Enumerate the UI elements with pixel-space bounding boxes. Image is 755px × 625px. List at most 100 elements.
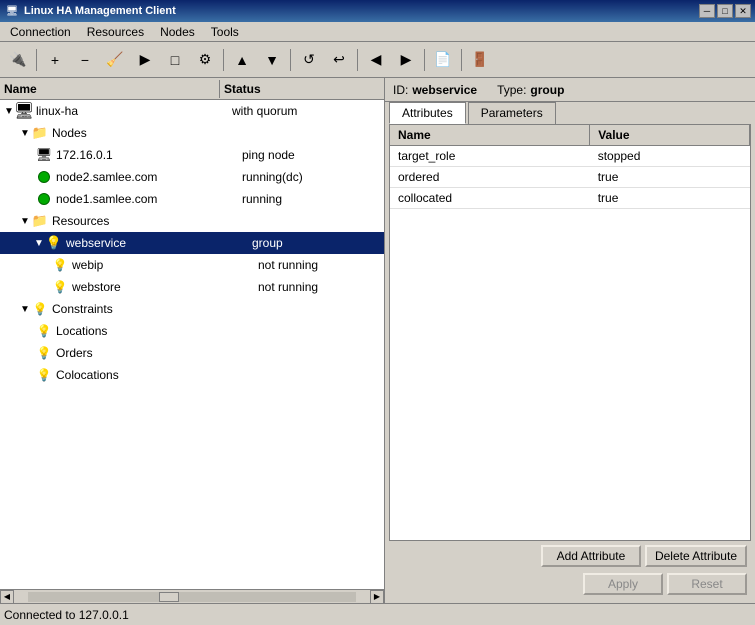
stop-button[interactable]: □ [161,47,189,73]
apply-button[interactable]: Apply [583,573,663,595]
id-value: webservice [412,83,477,97]
tab-parameters[interactable]: Parameters [468,102,556,124]
attr-value-ordered: true [590,167,750,188]
menu-tools[interactable]: Tools [203,23,247,41]
right-content: Attributes Parameters Name Value target_… [385,102,755,603]
action-button-bar: Apply Reset [389,571,751,599]
colocations-icon: 💡 [36,367,52,383]
label-linux-ha: linux-ha [34,104,224,118]
toggle-nodes[interactable]: ▼ [18,126,32,140]
menu-resources[interactable]: Resources [79,23,152,41]
exit-button[interactable]: 🚪 [466,47,494,73]
constraints-icon: 💡 [32,301,48,317]
scroll-left-arrow[interactable]: ◀ [0,590,14,604]
attr-row-ordered[interactable]: ordered true [390,167,750,188]
tree-header-status: Status [220,80,265,98]
toggle-constraints[interactable]: ▼ [18,302,32,316]
attributes-container: Name Value target_role stopped ordered t… [389,124,751,541]
menu-nodes[interactable]: Nodes [152,23,203,41]
webstore-icon: 💡 [52,279,68,295]
id-label: ID: [393,83,408,97]
app-title: Linux HA Management Client [24,5,176,17]
label-webservice: webservice [64,236,244,250]
attr-name-target-role: target_role [390,146,590,167]
up-button[interactable]: ▲ [228,47,256,73]
settings-button[interactable]: ⚙ [191,47,219,73]
type-label: Type: [497,83,526,97]
minimize-button[interactable]: ─ [699,4,715,18]
right-button[interactable]: ▶ [392,47,420,73]
label-constraints: Constraints [50,302,230,316]
toggle-webservice[interactable]: ▼ [32,236,46,250]
type-value: group [530,83,564,97]
window-controls: ─ □ ✕ [699,4,751,18]
remove-button[interactable]: − [71,47,99,73]
monitor-icon: 🖥 [36,147,52,163]
app-icon: 🖥 [4,3,20,19]
attr-row-collocated[interactable]: collocated true [390,188,750,209]
attributes-table: Name Value target_role stopped ordered t… [390,125,750,209]
tree-item-colocations[interactable]: 💡 Colocations [0,364,384,386]
menu-bar: Connection Resources Nodes Tools [0,22,755,42]
tree-header: Name Status [0,78,384,100]
scroll-right-arrow[interactable]: ▶ [370,590,384,604]
left-button[interactable]: ◀ [362,47,390,73]
toolbar-separator-2 [223,49,224,71]
tab-attributes[interactable]: Attributes [389,102,466,124]
locations-icon: 💡 [36,323,52,339]
tree-item-orders[interactable]: 💡 Orders [0,342,384,364]
undo-button[interactable]: ↩ [325,47,353,73]
doc-button[interactable]: 📄 [429,47,457,73]
menu-connection[interactable]: Connection [2,23,79,41]
main-content: Name Status ▼ 🖥 linux-ha with quorum ▼ 📁… [0,78,755,603]
scroll-track [28,592,356,602]
tree-item-locations[interactable]: 💡 Locations [0,320,384,342]
close-button[interactable]: ✕ [735,4,751,18]
tree-item-resources[interactable]: ▼ 📁 Resources [0,210,384,232]
attr-value-collocated: true [590,188,750,209]
toggle-resources[interactable]: ▼ [18,214,32,228]
scroll-thumb[interactable] [159,592,179,602]
toolbar: 🔌 + − 🧹 ▶ □ ⚙ ▲ ▼ ↺ ↩ ◀ ▶ 📄 🚪 [0,42,755,78]
clean-button[interactable]: 🧹 [101,47,129,73]
status-webservice: group [244,236,384,250]
tree-item-webstore[interactable]: 💡 webstore not running [0,276,384,298]
down-button[interactable]: ▼ [258,47,286,73]
label-webip: webip [70,258,250,272]
tree-item-172[interactable]: 🖥 172.16.0.1 ping node [0,144,384,166]
tree-item-node2[interactable]: node2.samlee.com running(dc) [0,166,384,188]
play-button[interactable]: ▶ [131,47,159,73]
toolbar-separator-5 [424,49,425,71]
tree-item-webservice[interactable]: ▼ 💡 webservice group [0,232,384,254]
tree-body[interactable]: ▼ 🖥 linux-ha with quorum ▼ 📁 Nodes 🖥 [0,100,384,589]
maximize-button[interactable]: □ [717,4,733,18]
toolbar-separator-6 [461,49,462,71]
horizontal-scrollbar[interactable]: ◀ ▶ [0,589,384,603]
add-attribute-button[interactable]: Add Attribute [541,545,641,567]
folder-nodes-icon: 📁 [32,125,48,141]
delete-attribute-button[interactable]: Delete Attribute [645,545,747,567]
tree-item-nodes[interactable]: ▼ 📁 Nodes [0,122,384,144]
reset-button[interactable]: Reset [667,573,747,595]
tree-item-webip[interactable]: 💡 webip not running [0,254,384,276]
label-node1: node1.samlee.com [54,192,234,206]
attr-row-target-role[interactable]: target_role stopped [390,146,750,167]
label-resources: Resources [50,214,230,228]
refresh-button[interactable]: ↺ [295,47,323,73]
label-colocations: Colocations [54,368,234,382]
label-nodes: Nodes [50,126,230,140]
column-value: Value [590,125,750,146]
tree-header-name: Name [0,80,220,98]
title-bar: 🖥 Linux HA Management Client ─ □ ✕ [0,0,755,22]
plug-button[interactable]: 🔌 [4,47,32,73]
tree-item-node1[interactable]: node1.samlee.com running [0,188,384,210]
orders-icon: 💡 [36,345,52,361]
toolbar-separator-3 [290,49,291,71]
tree-item-linux-ha[interactable]: ▼ 🖥 linux-ha with quorum [0,100,384,122]
label-node2: node2.samlee.com [54,170,234,184]
tree-item-constraints[interactable]: ▼ 💡 Constraints [0,298,384,320]
tab-bar: Attributes Parameters [389,102,751,124]
attr-value-target-role: stopped [590,146,750,167]
add-button[interactable]: + [41,47,69,73]
label-webstore: webstore [70,280,250,294]
